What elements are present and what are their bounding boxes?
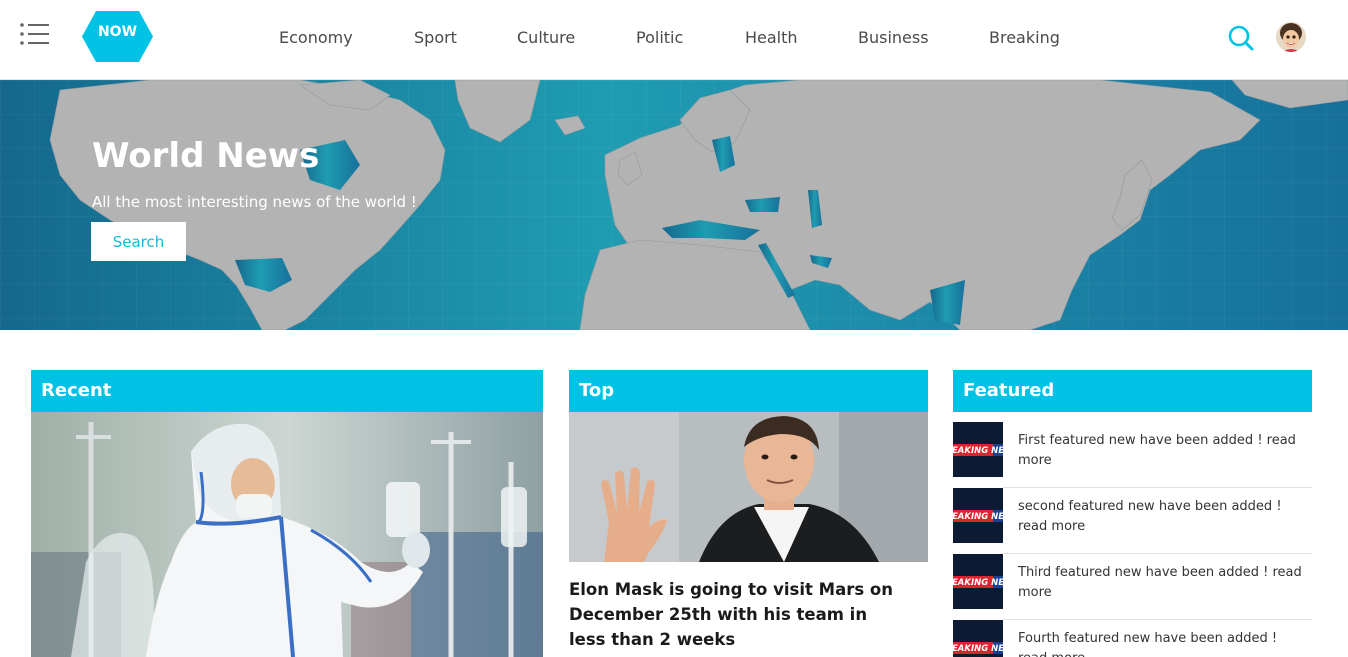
nav-breaking[interactable]: Breaking bbox=[989, 28, 1060, 47]
breaking-label: EAKING NE bbox=[953, 446, 1003, 456]
breaking-news-banner-image: EAKING NE bbox=[953, 422, 1003, 477]
breaking-label: EAKING NE bbox=[953, 578, 1003, 588]
nav-politic[interactable]: Politic bbox=[636, 28, 683, 47]
top-section-header: Top bbox=[569, 370, 928, 412]
hero-title: World News bbox=[92, 136, 320, 176]
hero-subtitle: All the most interesting news of the wor… bbox=[92, 193, 417, 211]
featured-thumbnail: EAKING NE bbox=[953, 422, 1003, 477]
menu-icon[interactable] bbox=[19, 22, 49, 46]
nav-health[interactable]: Health bbox=[745, 28, 798, 47]
nav-culture[interactable]: Culture bbox=[517, 28, 575, 47]
featured-item-text: Third featured new have been added ! rea… bbox=[1018, 565, 1302, 600]
breaking-news-banner-image: EAKING NE bbox=[953, 620, 1003, 657]
recent-section-header: Recent bbox=[31, 370, 543, 412]
hero-banner: World News All the most interesting news… bbox=[0, 80, 1348, 330]
nav-business[interactable]: Business bbox=[858, 28, 929, 47]
featured-thumbnail: EAKING NE bbox=[953, 488, 1003, 543]
avatar-image bbox=[1276, 22, 1306, 52]
user-avatar[interactable] bbox=[1276, 22, 1306, 52]
nav-sport[interactable]: Sport bbox=[414, 28, 457, 47]
featured-thumbnail: EAKING NE bbox=[953, 620, 1003, 657]
breaking-label: EAKING NE bbox=[953, 512, 1003, 522]
top-navbar: NOW Economy Sport Culture Politic Health… bbox=[0, 0, 1348, 80]
breaking-news-banner-image: EAKING NE bbox=[953, 554, 1003, 609]
featured-item[interactable]: EAKING NE Third featured new have been a… bbox=[953, 554, 1312, 610]
featured-item[interactable]: EAKING NE Fourth featured new have been … bbox=[953, 620, 1312, 657]
featured-item-text: First featured new have been added ! rea… bbox=[1018, 433, 1296, 468]
recent-news-image[interactable] bbox=[31, 412, 543, 657]
top-news-headline[interactable]: Elon Mask is going to visit Mars on Dece… bbox=[569, 577, 909, 652]
recent-news-photo bbox=[31, 412, 543, 657]
featured-item-text: second featured new have been added ! re… bbox=[1018, 499, 1282, 534]
logo[interactable]: NOW bbox=[82, 11, 153, 62]
search-icon[interactable] bbox=[1227, 24, 1255, 52]
breaking-news-banner-image: EAKING NE bbox=[953, 488, 1003, 543]
featured-section-header: Featured bbox=[953, 370, 1312, 412]
top-news-photo bbox=[569, 412, 928, 562]
logo-text: NOW bbox=[97, 24, 138, 40]
featured-item[interactable]: EAKING NE second featured new have been … bbox=[953, 488, 1312, 544]
featured-item-text: Fourth featured new have been added ! re… bbox=[1018, 631, 1278, 657]
featured-thumbnail: EAKING NE bbox=[953, 554, 1003, 609]
featured-item[interactable]: EAKING NE First featured new have been a… bbox=[953, 422, 1312, 478]
breaking-label: EAKING NE bbox=[953, 644, 1003, 654]
nav-economy[interactable]: Economy bbox=[279, 28, 353, 47]
top-news-image[interactable] bbox=[569, 412, 928, 562]
hero-search-button[interactable]: Search bbox=[91, 222, 186, 261]
